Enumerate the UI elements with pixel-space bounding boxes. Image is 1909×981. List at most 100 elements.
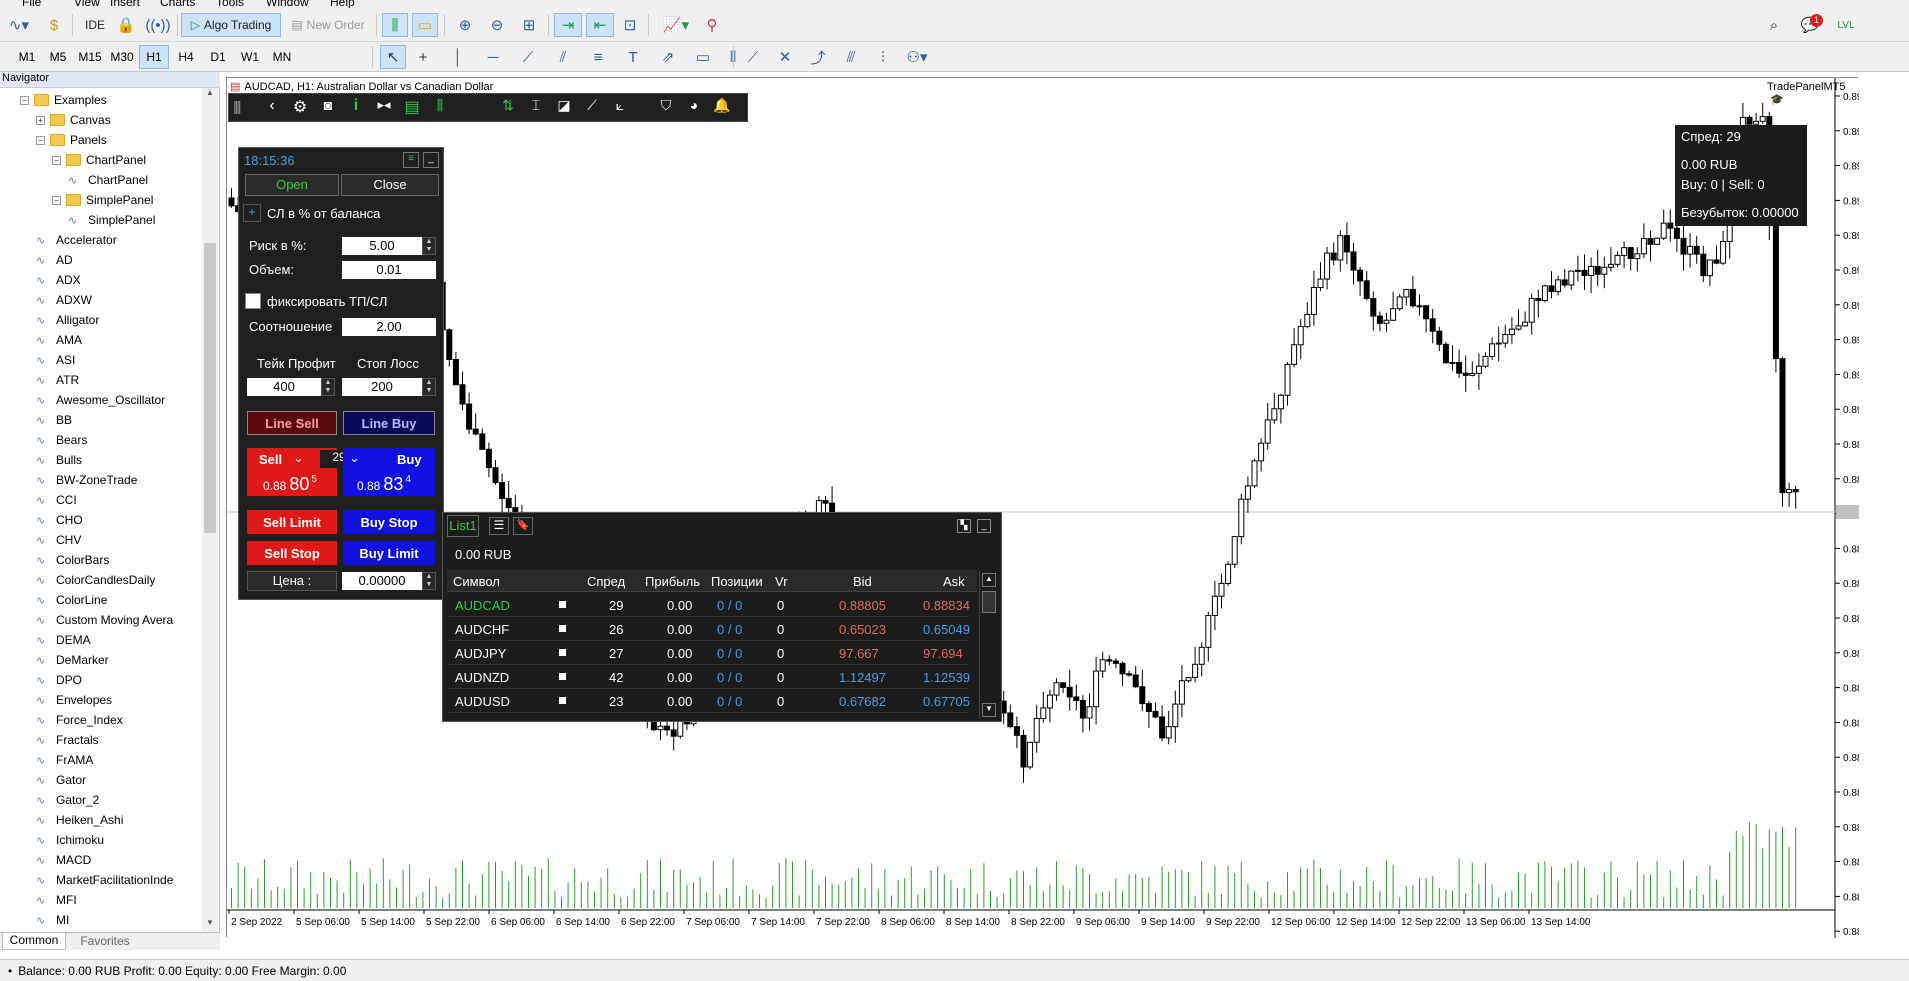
- expand-icon[interactable]: −: [52, 195, 61, 205]
- buy-stop-button[interactable]: Buy Stop: [343, 510, 435, 534]
- grid-icon[interactable]: ⊞: [516, 13, 542, 37]
- nav-item[interactable]: ∿ Accelerator: [36, 230, 117, 250]
- indicators-icon[interactable]: 📈▾: [656, 13, 696, 37]
- expand-icon[interactable]: −: [52, 155, 61, 165]
- hline-icon[interactable]: ─: [480, 45, 506, 69]
- trend-icon[interactable]: ⟋: [581, 97, 603, 119]
- sell-stop-button[interactable]: Sell Stop: [247, 541, 337, 565]
- list-minimize-icon[interactable]: _: [977, 519, 991, 533]
- col-bid[interactable]: Bid: [853, 574, 872, 589]
- col-vr[interactable]: Vr: [775, 574, 788, 589]
- text-icon[interactable]: T: [620, 45, 646, 69]
- nav-item[interactable]: ∿ ColorLine: [36, 590, 107, 610]
- nav-item[interactable]: ∿ ChartPanel: [68, 170, 148, 190]
- row-marker[interactable]: [559, 601, 566, 608]
- fix-tpsl-checkbox[interactable]: [245, 293, 261, 309]
- vline-icon[interactable]: │: [445, 45, 471, 69]
- col-symbol[interactable]: Символ: [453, 574, 500, 589]
- nav-item[interactable]: ∿ Envelopes: [36, 690, 112, 710]
- lvl-icon[interactable]: LVL: [1832, 13, 1860, 37]
- templates-icon[interactable]: ⚲: [700, 13, 724, 37]
- table-row[interactable]: AUDNZD 42 0.00 0 / 0 0 1.12497 1.12539: [449, 666, 970, 689]
- search-icon[interactable]: ⌕: [1762, 13, 1786, 37]
- nav-item[interactable]: ∿ Ichimoku: [36, 830, 104, 850]
- tab-common[interactable]: Common: [2, 933, 66, 950]
- nav-item[interactable]: ∿ Alligator: [36, 310, 99, 330]
- line-buy-button[interactable]: Line Buy: [343, 411, 435, 435]
- arrow-icon[interactable]: ⇗: [655, 45, 681, 69]
- tf-mn[interactable]: MN: [267, 45, 297, 69]
- list-scroll-down-icon[interactable]: ▼: [982, 703, 996, 717]
- minimize-icon[interactable]: _: [423, 152, 439, 168]
- ratio-input[interactable]: 2.00: [342, 318, 436, 336]
- stats-icon[interactable]: ⟀: [609, 97, 631, 119]
- expand-icon[interactable]: +: [36, 115, 45, 125]
- scroll-thumb[interactable]: [204, 243, 216, 533]
- nav-item[interactable]: ∿ ColorCandlesDaily: [36, 570, 155, 590]
- tf-m15[interactable]: M15: [75, 45, 105, 69]
- gann-icon[interactable]: ⟋: [740, 45, 766, 69]
- algo-trading-button[interactable]: ▷ Algo Trading: [181, 13, 281, 37]
- list-menu-icon[interactable]: ☰: [489, 517, 509, 535]
- line-sell-button[interactable]: Line Sell: [247, 411, 337, 435]
- channel-icon[interactable]: ⫽: [550, 45, 576, 69]
- list-scrollbar[interactable]: ▲ ▼: [979, 571, 997, 719]
- nav-item[interactable]: ∿ MarketFacilitationInde: [36, 870, 173, 890]
- pie-icon[interactable]: ◕: [683, 97, 705, 119]
- polyline-icon[interactable]: ⤴: [805, 45, 831, 69]
- list-icon[interactable]: ▤: [401, 97, 423, 119]
- camera-icon[interactable]: ◙: [317, 97, 339, 119]
- regression-icon[interactable]: ⫶: [870, 45, 896, 69]
- nav-item[interactable]: ∿ Bears: [36, 430, 87, 450]
- menu-help[interactable]: Help: [330, 0, 355, 8]
- menu-charts[interactable]: Charts: [160, 0, 195, 8]
- lock-icon[interactable]: 🔒: [114, 13, 138, 37]
- menu-file[interactable]: File: [22, 0, 41, 8]
- tf-w1[interactable]: W1: [235, 45, 265, 69]
- sell-limit-button[interactable]: Sell Limit: [247, 510, 337, 534]
- nav-item[interactable]: ∿ AD: [36, 250, 73, 270]
- collapse-icon[interactable]: ‹: [261, 97, 283, 119]
- bars-icon[interactable]: ⫼: [429, 97, 451, 119]
- cursor-icon[interactable]: ↖: [380, 45, 406, 69]
- tp-input[interactable]: 400: [247, 378, 321, 396]
- tp-stepper[interactable]: ▲ ▼: [321, 378, 335, 396]
- volume-input[interactable]: 0.01: [342, 261, 436, 279]
- menu-tools[interactable]: Tools: [216, 0, 244, 8]
- nav-item[interactable]: − Panels: [36, 130, 107, 150]
- nav-item[interactable]: ∿ FrAMA: [36, 750, 93, 770]
- nav-item[interactable]: ∿ Force_Index: [36, 710, 123, 730]
- shapes-icon[interactable]: ⚇▾: [902, 45, 932, 69]
- notification-icon[interactable]: 💬 1: [1796, 13, 1824, 37]
- nav-item[interactable]: ∿ AMA: [36, 330, 82, 350]
- nav-item[interactable]: ∿ CHV: [36, 530, 81, 550]
- tf-m1[interactable]: M1: [12, 45, 42, 69]
- nav-item[interactable]: ∿ DPO: [36, 670, 82, 690]
- fibo-icon[interactable]: ≡: [585, 45, 611, 69]
- nav-item[interactable]: ∿ CHO: [36, 510, 83, 530]
- tf-d1[interactable]: D1: [203, 45, 233, 69]
- grip-icon[interactable]: ||||: [233, 98, 255, 118]
- nav-item[interactable]: + Canvas: [36, 110, 111, 130]
- candles-icon[interactable]: ⫼: [382, 13, 408, 37]
- nav-item[interactable]: − ChartPanel: [52, 150, 146, 170]
- nav-item[interactable]: ∿ DeMarker: [36, 650, 109, 670]
- chart-window[interactable]: 0.896050.895400.894750.894100.893450.892…: [226, 77, 1859, 938]
- zoom-out-icon[interactable]: ⊖: [484, 13, 510, 37]
- tf-m30[interactable]: M30: [107, 45, 137, 69]
- tf-h1[interactable]: H1: [139, 45, 169, 69]
- zoom-in-icon[interactable]: ⊕: [452, 13, 478, 37]
- folder-icon[interactable]: ▭: [412, 13, 438, 37]
- rectangle-icon[interactable]: ▭: [690, 45, 716, 69]
- nav-item[interactable]: − Examples: [20, 90, 107, 110]
- table-row[interactable]: AUDCAD 29 0.00 0 / 0 0 0.88805 0.88834: [449, 594, 970, 617]
- price-stepper[interactable]: ▲ ▼: [422, 572, 436, 590]
- scroll-down-icon[interactable]: ▼: [204, 918, 216, 932]
- play-step-icon[interactable]: ▸◂: [373, 97, 395, 119]
- chart-type-icon[interactable]: ∿▾: [2, 13, 36, 37]
- bell-icon[interactable]: 🔔: [711, 97, 733, 119]
- row-marker[interactable]: [559, 649, 566, 656]
- menu-window[interactable]: Window: [266, 0, 309, 8]
- nav-item[interactable]: ∿ Gator: [36, 770, 86, 790]
- sell-chevron-icon[interactable]: ⌄: [293, 450, 315, 468]
